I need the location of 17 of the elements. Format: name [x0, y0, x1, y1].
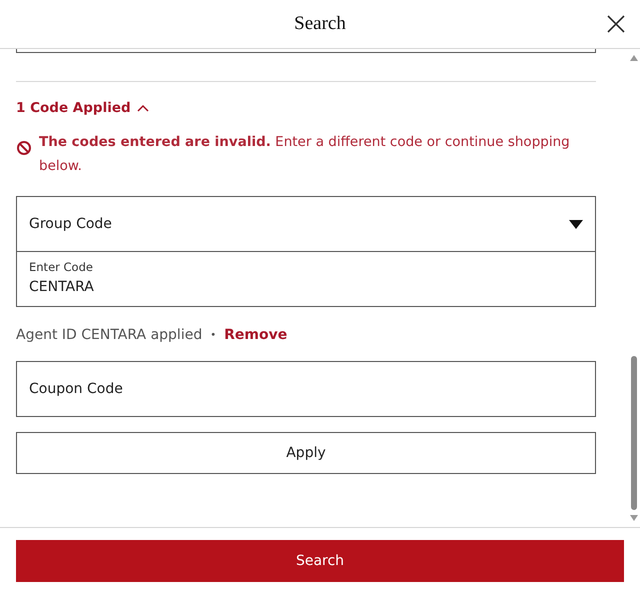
prohibited-icon [16, 140, 32, 156]
search-button[interactable]: Search [16, 540, 624, 582]
code-field[interactable]: Enter Code CENTARA [16, 252, 596, 307]
dialog-title: Search [294, 13, 346, 35]
code-type-select[interactable]: Group Code [16, 196, 596, 252]
apply-button[interactable]: Apply [16, 432, 596, 474]
coupon-field[interactable]: Coupon Code [16, 361, 596, 417]
code-input[interactable]: CENTARA [29, 279, 583, 295]
remove-link[interactable]: Remove [224, 327, 288, 343]
error-message: The codes entered are invalid. Enter a different code or continue shopping below. [39, 133, 571, 176]
codes-toggle[interactable]: 1 Code Applied [16, 100, 149, 116]
field-label: Enter Code [29, 260, 94, 274]
input-field[interactable] [16, 49, 596, 53]
applied-note: Agent ID CENTARA applied [16, 327, 202, 343]
caret-icon [569, 220, 583, 228]
separator-dot: • [210, 330, 216, 340]
chevron-up-icon [136, 104, 149, 112]
